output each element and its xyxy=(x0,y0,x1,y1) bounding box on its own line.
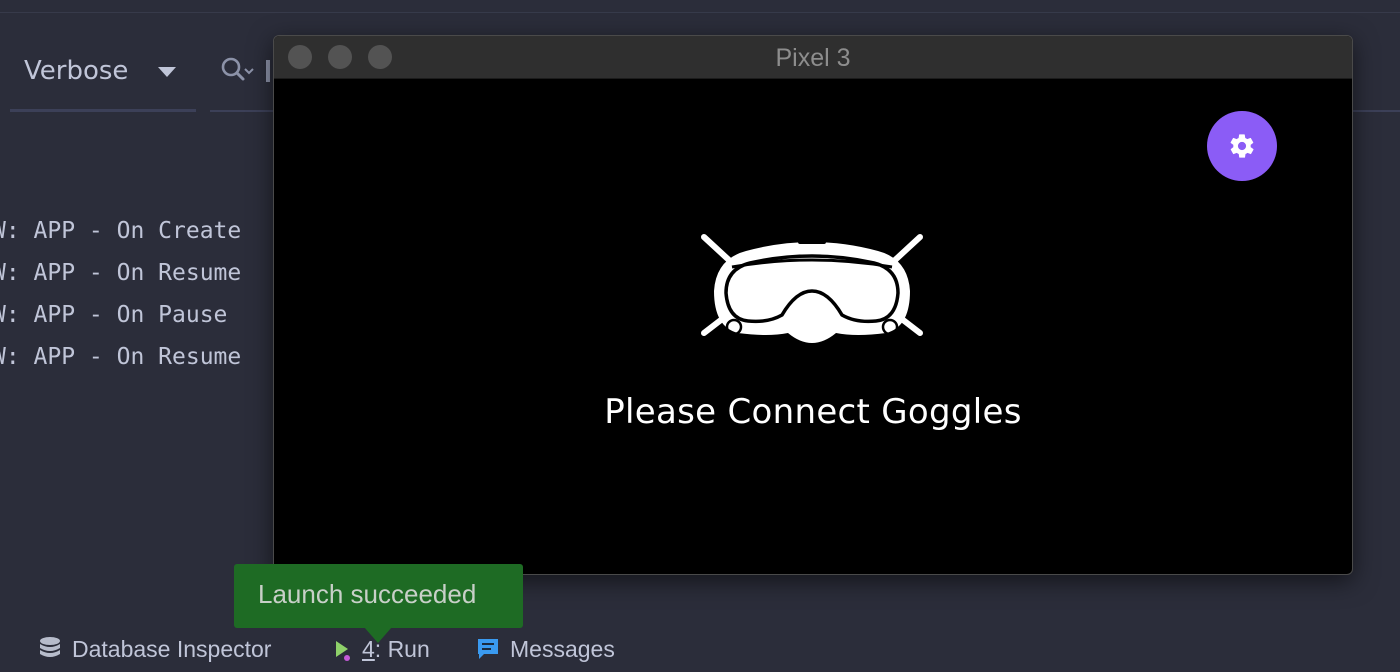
launch-toast: Launch succeeded xyxy=(234,564,523,628)
connect-goggles-message: Please Connect Goggles xyxy=(604,392,1022,432)
search-text-cursor xyxy=(266,60,270,82)
gear-icon xyxy=(1230,134,1254,158)
settings-button[interactable] xyxy=(1207,111,1277,181)
log-line: W: APP - On Resume xyxy=(0,260,242,286)
log-level-label: Verbose xyxy=(24,56,129,86)
logcat-output: W: APP - On Create W: APP - On Resume W:… xyxy=(0,212,280,380)
emulator-titlebar[interactable]: Pixel 3 xyxy=(274,36,1352,79)
run-tab-label: : Run xyxy=(374,635,430,662)
chevron-down-icon xyxy=(158,67,176,77)
log-line: W: APP - On Pause xyxy=(0,302,228,328)
log-line: W: APP - On Resume xyxy=(0,344,242,370)
messages-icon xyxy=(478,639,498,659)
goggles-icon xyxy=(701,234,923,343)
run-icon xyxy=(336,641,350,661)
toast-text: Launch succeeded xyxy=(258,579,477,609)
log-level-dropdown[interactable]: Verbose xyxy=(10,50,196,112)
emulator-window: Pixel 3 Please Connect Goggles xyxy=(273,35,1353,575)
database-inspector-tab[interactable]: Database Inspector xyxy=(38,632,271,666)
messages-label: Messages xyxy=(510,635,615,662)
search-icon xyxy=(221,57,254,81)
top-divider xyxy=(0,12,1400,13)
database-inspector-label: Database Inspector xyxy=(72,635,272,662)
run-tab-number: 4 xyxy=(362,635,375,662)
emulator-title: Pixel 3 xyxy=(775,44,851,72)
database-icon xyxy=(40,637,60,657)
log-line: W: APP - On Create xyxy=(0,218,242,244)
run-tab[interactable]: 4: Run xyxy=(334,632,430,666)
android-studio-window: Verbose W: APP - On Create W: APP - On R… xyxy=(0,0,1400,672)
messages-tab[interactable]: Messages xyxy=(476,632,615,666)
